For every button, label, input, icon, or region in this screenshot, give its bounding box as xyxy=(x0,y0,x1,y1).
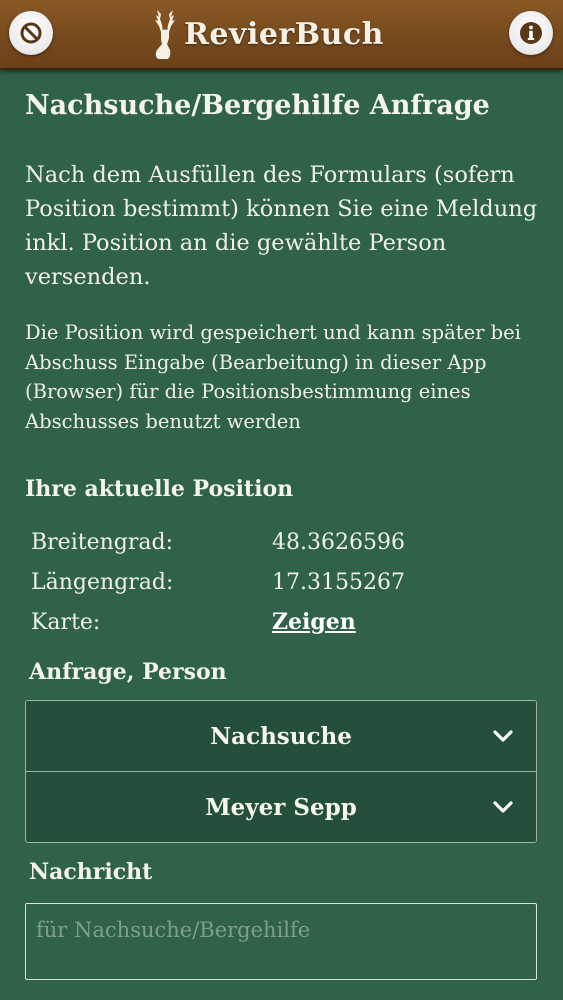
longitude-value: 17.3155267 xyxy=(272,569,405,595)
info-button[interactable] xyxy=(509,11,553,55)
longitude-label: Längengrad: xyxy=(31,569,174,595)
intro-text: Nach dem Ausfüllen des Formulars (sofern… xyxy=(25,162,538,290)
request-type-value: Nachsuche xyxy=(210,722,352,750)
map-row: Karte: Zeigen xyxy=(31,602,451,642)
request-type-select[interactable]: Nachsuche xyxy=(26,701,536,771)
latitude-label: Breitengrad: xyxy=(31,529,173,555)
request-heading: Anfrage, Person xyxy=(29,659,227,685)
person-value: Meyer Sepp xyxy=(205,793,357,821)
app-header: RevierBuch xyxy=(0,0,563,70)
page-title: Nachsuche/Bergehilfe Anfrage xyxy=(25,90,490,121)
show-map-link[interactable]: Zeigen xyxy=(272,609,356,635)
chevron-down-icon xyxy=(493,801,513,813)
ban-icon xyxy=(20,22,42,44)
note-text: Die Position wird gespeichert und kann s… xyxy=(25,321,521,433)
info-icon xyxy=(520,22,542,44)
position-table: Breitengrad: 48.3626596 Längengrad: 17.3… xyxy=(31,522,451,642)
longitude-row: Längengrad: 17.3155267 xyxy=(31,562,451,602)
position-heading: Ihre aktuelle Position xyxy=(25,476,294,502)
map-label: Karte: xyxy=(31,609,101,635)
deer-logo-icon xyxy=(155,10,175,59)
message-input[interactable] xyxy=(25,903,537,980)
latitude-value: 48.3626596 xyxy=(272,529,405,555)
chevron-down-icon xyxy=(493,730,513,742)
app-title: RevierBuch xyxy=(184,16,384,52)
app-logo: RevierBuch xyxy=(148,6,384,62)
message-heading: Nachricht xyxy=(29,859,153,885)
person-select[interactable]: Meyer Sepp xyxy=(26,771,536,842)
latitude-row: Breitengrad: 48.3626596 xyxy=(31,522,451,562)
request-select-group: Nachsuche Meyer Sepp xyxy=(25,700,537,843)
ban-button[interactable] xyxy=(9,11,53,55)
